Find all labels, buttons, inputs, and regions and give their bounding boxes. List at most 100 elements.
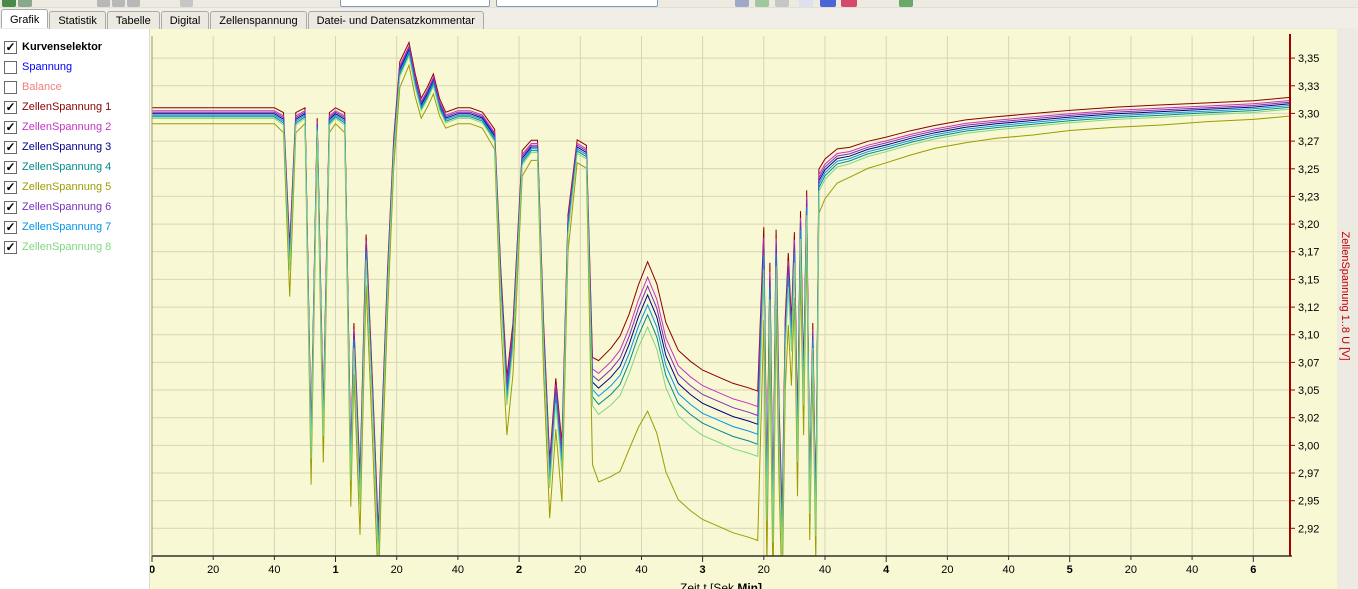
toolbar-icon-5[interactable] xyxy=(127,0,140,7)
svg-text:3,20: 3,20 xyxy=(1298,219,1319,231)
curve-label: ZellenSpannung 8 xyxy=(22,241,111,253)
curve-label: ZellenSpannung 3 xyxy=(22,141,111,153)
checkbox-checked[interactable]: ✓ xyxy=(4,161,17,174)
curve-item-spannung[interactable]: Spannung xyxy=(0,57,149,77)
svg-text:3,00: 3,00 xyxy=(1298,440,1319,452)
tab-digital[interactable]: Digital xyxy=(161,11,210,29)
svg-text:4: 4 xyxy=(883,564,890,576)
checkbox-checked[interactable]: ✓ xyxy=(4,141,17,154)
curve-item-zellenspannung-4[interactable]: ✓ ZellenSpannung 4 xyxy=(0,157,149,177)
curve-item-zellenspannung-8[interactable]: ✓ ZellenSpannung 8 xyxy=(0,237,149,257)
tab-datei-und-datensatzkommentar[interactable]: Datei- und Datensatzkommentar xyxy=(308,11,484,29)
svg-text:2,97: 2,97 xyxy=(1298,468,1319,480)
svg-text:5: 5 xyxy=(1067,564,1073,576)
checkbox-checked[interactable]: ✓ xyxy=(4,121,17,134)
svg-text:40: 40 xyxy=(819,564,831,576)
toolbar xyxy=(0,0,1358,8)
checkbox-unchecked[interactable] xyxy=(4,61,17,74)
svg-text:20: 20 xyxy=(1125,564,1137,576)
svg-text:3,02: 3,02 xyxy=(1298,413,1319,425)
curve-label: ZellenSpannung 5 xyxy=(22,181,111,193)
svg-text:3,23: 3,23 xyxy=(1298,191,1319,203)
svg-text:40: 40 xyxy=(452,564,464,576)
svg-text:3,25: 3,25 xyxy=(1298,164,1319,176)
svg-text:3,12: 3,12 xyxy=(1298,302,1319,314)
svg-text:20: 20 xyxy=(574,564,586,576)
svg-text:2,95: 2,95 xyxy=(1298,496,1319,508)
curve-selector-panel: ✓KurvenselektorSpannungBalance✓ZellenSpa… xyxy=(0,29,150,589)
toolbar-icon-11[interactable] xyxy=(820,0,836,7)
checkbox-checked[interactable]: ✓ xyxy=(4,221,17,234)
tab-bar: GrafikStatistikTabelleDigitalZellenspann… xyxy=(0,8,1358,28)
svg-text:3,27: 3,27 xyxy=(1298,136,1319,148)
toolbar-icon-8[interactable] xyxy=(755,0,769,7)
svg-text:3,07: 3,07 xyxy=(1298,357,1319,369)
svg-text:40: 40 xyxy=(635,564,647,576)
svg-text:3,30: 3,30 xyxy=(1298,108,1319,120)
svg-text:6: 6 xyxy=(1250,564,1256,576)
voltage-chart[interactable]: 0204012040220403204042040520406Zeit t [S… xyxy=(150,29,1358,589)
svg-text:3: 3 xyxy=(700,564,706,576)
svg-text:0: 0 xyxy=(150,564,155,576)
curve-item-zellenspannung-1[interactable]: ✓ ZellenSpannung 1 xyxy=(0,97,149,117)
x-axis: 0204012040220403204042040520406Zeit t [S… xyxy=(150,556,1292,589)
toolbar-icon-1[interactable] xyxy=(2,0,16,7)
toolbar-icon-13[interactable] xyxy=(899,0,913,7)
series-zellenspannung-8 xyxy=(152,56,1290,560)
tab-tabelle[interactable]: Tabelle xyxy=(107,11,160,29)
curve-label: ZellenSpannung 4 xyxy=(22,161,111,173)
svg-text:3,33: 3,33 xyxy=(1298,81,1319,93)
checkbox-unchecked[interactable] xyxy=(4,81,17,94)
series-lines xyxy=(152,42,1290,589)
x-axis-title: Zeit t [Sek.Min] xyxy=(680,581,762,589)
svg-text:3,15: 3,15 xyxy=(1298,274,1319,286)
toolbar-combo-2[interactable] xyxy=(496,0,658,7)
svg-text:20: 20 xyxy=(941,564,953,576)
toolbar-combo-1[interactable] xyxy=(340,0,490,7)
toolbar-icon-12[interactable] xyxy=(841,0,857,7)
toolbar-icon-2[interactable] xyxy=(18,0,32,7)
svg-text:40: 40 xyxy=(1002,564,1014,576)
curve-item-zellenspannung-7[interactable]: ✓ ZellenSpannung 7 xyxy=(0,217,149,237)
curve-item-zellenspannung-5[interactable]: ✓ ZellenSpannung 5 xyxy=(0,177,149,197)
series-zellenspannung-2 xyxy=(152,46,1290,539)
series-zellenspannung-3 xyxy=(152,50,1290,547)
toolbar-icon-6[interactable] xyxy=(180,0,193,7)
tab-zellenspannung[interactable]: Zellenspannung xyxy=(210,11,306,29)
y-axis-title: ZellenSpannung 1..8 U [V] xyxy=(1339,231,1351,360)
curve-item-balance[interactable]: Balance xyxy=(0,77,149,97)
toolbar-icon-9[interactable] xyxy=(775,0,789,7)
svg-text:20: 20 xyxy=(391,564,403,576)
svg-text:40: 40 xyxy=(1186,564,1198,576)
svg-text:3,05: 3,05 xyxy=(1298,385,1319,397)
svg-text:1: 1 xyxy=(332,564,338,576)
svg-text:20: 20 xyxy=(758,564,770,576)
curve-item-zellenspannung-3[interactable]: ✓ ZellenSpannung 3 xyxy=(0,137,149,157)
y-axis: 3,353,333,303,273,253,233,203,173,153,12… xyxy=(152,34,1351,556)
tab-grafik[interactable]: Grafik xyxy=(1,9,48,28)
toolbar-icon-10[interactable] xyxy=(799,0,813,7)
svg-text:3,17: 3,17 xyxy=(1298,247,1319,259)
toolbar-icon-3[interactable] xyxy=(97,0,110,7)
curve-label: ZellenSpannung 7 xyxy=(22,221,111,233)
curve-label: Spannung xyxy=(22,61,72,73)
curve-label: ZellenSpannung 6 xyxy=(22,201,111,213)
curve-label: ZellenSpannung 1 xyxy=(22,101,111,113)
checkbox-checked[interactable]: ✓ xyxy=(4,201,17,214)
series-zellenspannung-5 xyxy=(152,65,1290,589)
checkbox-checked[interactable]: ✓ xyxy=(4,181,17,194)
svg-text:20: 20 xyxy=(207,564,219,576)
toolbar-icon-4[interactable] xyxy=(112,0,125,7)
toolbar-icon-7[interactable] xyxy=(735,0,749,7)
app-window: GrafikStatistikTabelleDigitalZellenspann… xyxy=(0,0,1358,589)
curve-item-kurvenselektor[interactable]: ✓Kurvenselektor xyxy=(0,37,149,57)
curve-item-zellenspannung-6[interactable]: ✓ ZellenSpannung 6 xyxy=(0,197,149,217)
svg-text:2,92: 2,92 xyxy=(1298,523,1319,535)
svg-text:3,10: 3,10 xyxy=(1298,330,1319,342)
series-zellenspannung-6 xyxy=(152,48,1290,543)
checkbox-checked[interactable]: ✓ xyxy=(4,241,17,254)
tab-statistik[interactable]: Statistik xyxy=(49,11,106,29)
checkbox-checked[interactable]: ✓ xyxy=(4,41,17,54)
curve-item-zellenspannung-2[interactable]: ✓ZellenSpannung 2 xyxy=(0,117,149,137)
checkbox-checked[interactable]: ✓ xyxy=(4,101,17,114)
